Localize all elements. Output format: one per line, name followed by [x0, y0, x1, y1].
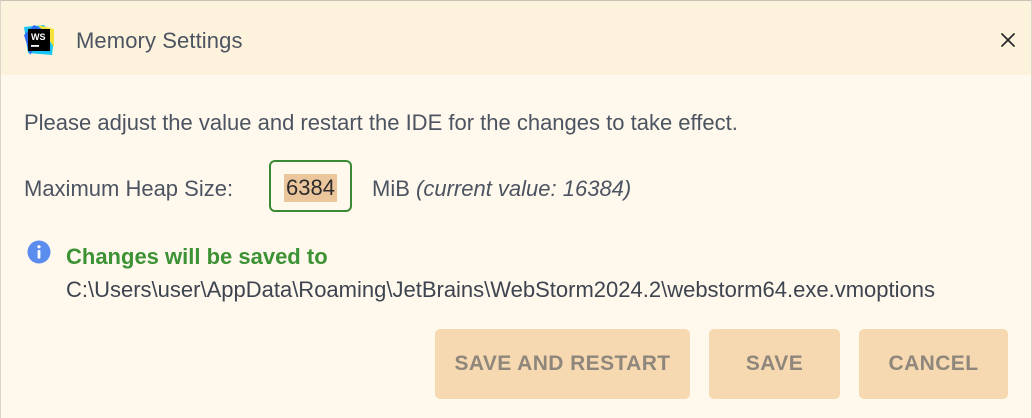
vmoptions-path: C:\Users\user\AppData\Roaming\JetBrains\…	[66, 277, 935, 302]
current-heap-value: (current value: 16384)	[416, 176, 632, 201]
heap-unit-text: MiB (current value: 16384)	[372, 176, 631, 202]
save-button[interactable]: SAVE	[709, 329, 840, 399]
app-icon-text: WS	[31, 32, 46, 42]
heap-unit: MiB	[372, 176, 410, 201]
heap-size-value[interactable]: 6384	[284, 174, 337, 202]
memory-settings-dialog: WS Memory Settings Please adjust the val…	[0, 0, 1032, 418]
dialog-title: Memory Settings	[76, 28, 243, 53]
save-and-restart-button[interactable]: SAVE AND RESTART	[435, 329, 690, 399]
close-icon[interactable]	[995, 27, 1021, 53]
instruction-text: Please adjust the value and restart the …	[24, 110, 738, 135]
heap-size-label: Maximum Heap Size:	[24, 176, 234, 201]
title-bar: WS Memory Settings	[1, 1, 1031, 75]
cancel-button[interactable]: CANCEL	[859, 329, 1008, 399]
info-icon	[27, 240, 51, 264]
changes-saved-title: Changes will be saved to	[66, 244, 328, 269]
webstorm-app-icon: WS	[24, 25, 54, 55]
heap-size-input[interactable]: 6384	[269, 160, 352, 212]
